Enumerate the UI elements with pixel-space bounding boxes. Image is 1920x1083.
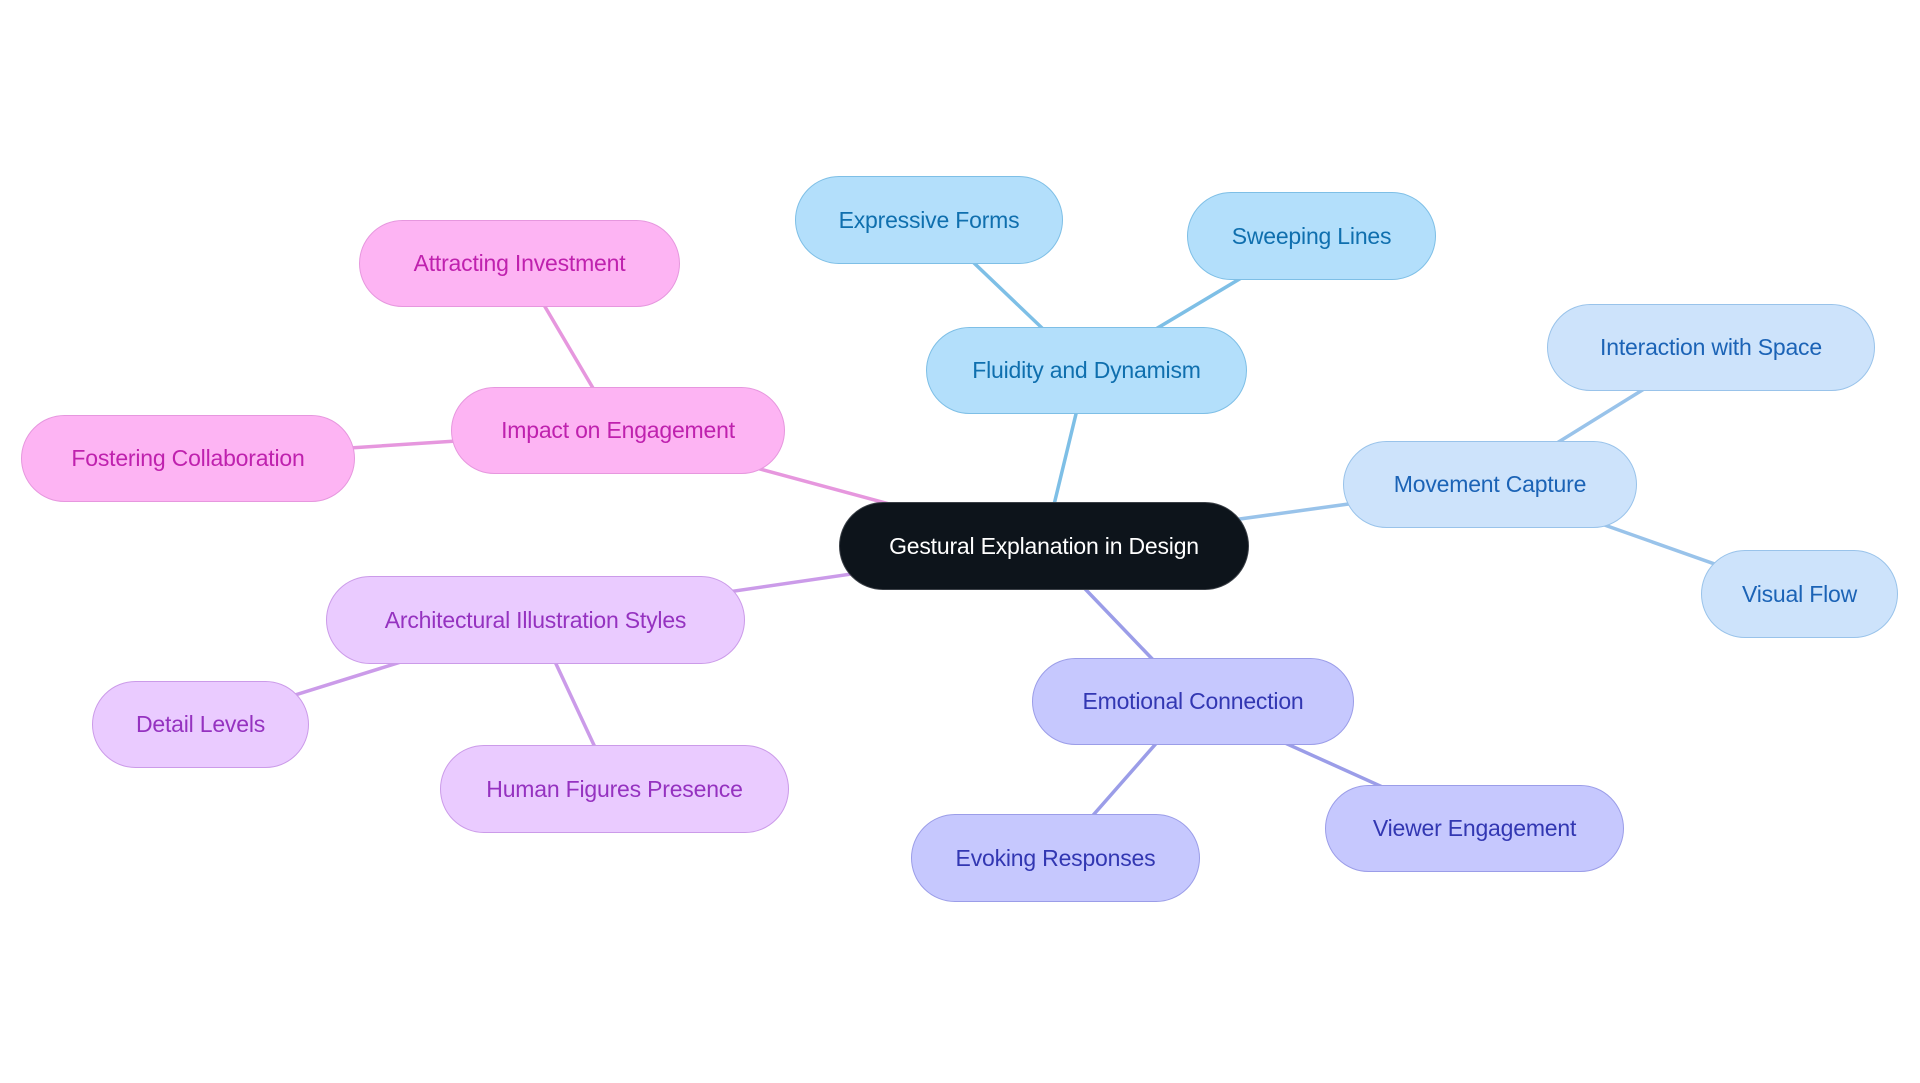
node-label: Human Figures Presence — [486, 775, 743, 802]
node-label: Fostering Collaboration — [71, 445, 305, 471]
node-label: Detail Levels — [135, 711, 266, 737]
node-label: Fluidity and Dynamism — [972, 357, 1201, 383]
node-movement-capture[interactable]: Movement Capture — [1343, 441, 1637, 528]
node-fostering-collaboration[interactable]: Fostering Collaboration — [21, 415, 355, 502]
node-viewer-engagement[interactable]: Viewer Engagement — [1325, 785, 1624, 872]
node-label: Interaction with Space — [1600, 334, 1822, 360]
node-label: Attracting Investment — [413, 250, 626, 276]
node-label: Evoking Responses — [955, 844, 1156, 871]
node-fluidity-and-dynamism[interactable]: Fluidity and Dynamism — [926, 327, 1247, 414]
node-impact-on-engagement[interactable]: Impact on Engagement — [451, 387, 785, 474]
node-label: Architectural Illustration Styles — [384, 606, 687, 633]
node-emotional-connection[interactable]: Emotional Connection — [1032, 658, 1354, 745]
node-architectural-illustration-styles[interactable]: Architectural Illustration Styles — [326, 576, 745, 664]
node-detail-levels[interactable]: Detail Levels — [92, 681, 309, 768]
node-evoking-responses[interactable]: Evoking Responses — [911, 814, 1200, 902]
node-attracting-investment[interactable]: Attracting Investment — [359, 220, 680, 307]
node-label: Gestural Explanation in Design — [889, 532, 1199, 559]
node-label: Expressive Forms — [838, 206, 1020, 233]
node-visual-flow[interactable]: Visual Flow — [1701, 550, 1898, 638]
node-label: Visual Flow — [1742, 580, 1857, 607]
node-root[interactable]: Gestural Explanation in Design — [839, 502, 1249, 590]
node-interaction-with-space[interactable]: Interaction with Space — [1547, 304, 1875, 391]
node-label: Emotional Connection — [1082, 688, 1304, 714]
node-label: Viewer Engagement — [1372, 815, 1577, 841]
node-label: Movement Capture — [1393, 471, 1587, 497]
node-expressive-forms[interactable]: Expressive Forms — [795, 176, 1063, 264]
node-label: Impact on Engagement — [501, 417, 735, 443]
node-sweeping-lines[interactable]: Sweeping Lines — [1187, 192, 1436, 280]
node-label: Sweeping Lines — [1231, 222, 1392, 249]
node-human-figures-presence[interactable]: Human Figures Presence — [440, 745, 789, 833]
